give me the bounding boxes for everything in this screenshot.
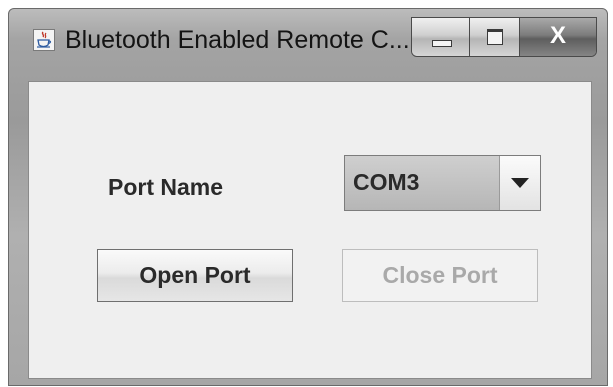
window-title: Bluetooth Enabled Remote C...	[65, 26, 410, 54]
port-select-dropdown-button[interactable]	[500, 156, 540, 210]
close-icon: X	[549, 22, 566, 49]
open-port-button[interactable]: Open Port	[97, 249, 293, 302]
port-select-value[interactable]: COM3	[345, 156, 500, 210]
port-select[interactable]: COM3	[344, 155, 541, 211]
window-controls: X	[411, 17, 597, 57]
maximize-icon	[487, 29, 503, 45]
maximize-button[interactable]	[470, 18, 520, 56]
close-port-button[interactable]: Close Port	[342, 249, 538, 302]
port-name-label: Port Name	[108, 174, 224, 200]
chevron-down-icon	[511, 178, 529, 188]
title-bar[interactable]: Bluetooth Enabled Remote C... X	[9, 9, 607, 73]
close-button[interactable]: X	[520, 18, 596, 56]
java-coffee-cup-icon[interactable]	[33, 29, 55, 51]
minimize-icon	[432, 40, 452, 47]
content-panel: Port Name COM3 Open Port Close Port	[28, 81, 592, 379]
minimize-button[interactable]	[412, 18, 470, 56]
app-window: Bluetooth Enabled Remote C... X Port Nam…	[8, 8, 608, 386]
